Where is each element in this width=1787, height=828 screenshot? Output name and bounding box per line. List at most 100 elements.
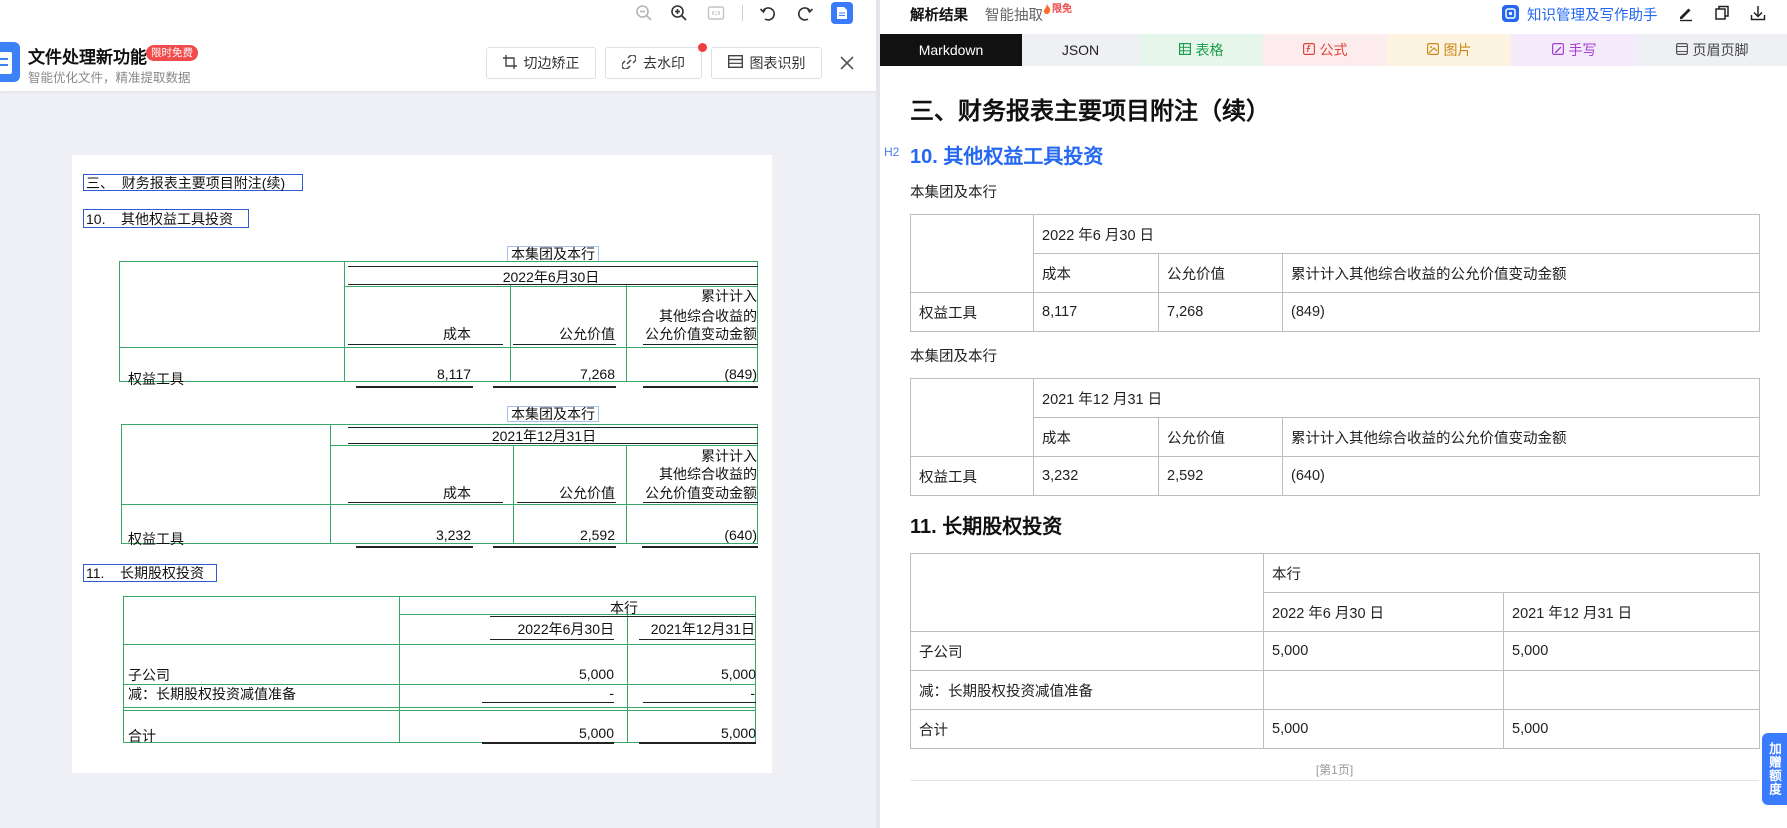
heading-level-tag: H2: [884, 145, 900, 159]
zoom-in-icon[interactable]: [669, 3, 689, 23]
table1-total-rule: [356, 386, 473, 388]
table2-cum-header-line2: 其他综合收益的: [659, 466, 757, 482]
table2-rule: [643, 502, 758, 503]
table1-grid-line: [344, 286, 758, 287]
handwriting-icon: [1551, 42, 1564, 58]
rotate-left-icon[interactable]: [758, 3, 778, 23]
table3-row-label: 子公司: [128, 667, 170, 683]
table1-cum-header-line3: 公允价值变动金额: [645, 326, 757, 342]
panel-title: 文件处理新功能: [28, 48, 147, 67]
table-cell: 2021 年12 月31 日: [1033, 378, 1760, 418]
table-cell: 2,592: [1158, 456, 1283, 496]
detected-section-title-box[interactable]: 三、 财务报表主要项目附注(续): [83, 174, 303, 191]
note11-title: 11. 长期股权投资: [86, 565, 204, 581]
table3-cell: 5,000: [578, 666, 614, 682]
detected-note10-title-box[interactable]: 10. 其他权益工具投资: [83, 209, 249, 228]
tab-table[interactable]: 表格: [1139, 34, 1263, 66]
detected-note11-title-box[interactable]: 11. 长期股权投资: [83, 564, 217, 582]
table-cell: 成本: [1033, 417, 1159, 457]
tab-parse-result[interactable]: 解析结果: [910, 4, 968, 25]
knowledge-assistant-link[interactable]: 知识管理及写作助手: [1527, 4, 1658, 25]
table-cell: [1503, 670, 1760, 710]
table1-scope-label[interactable]: 本集团及本行: [507, 246, 599, 262]
table-cell: 3,232: [1033, 456, 1159, 496]
table2-grid-line: [121, 504, 758, 505]
tab-formula[interactable]: 公式: [1263, 34, 1387, 66]
table-cell: 子公司: [910, 631, 1264, 671]
table3-rule: [482, 702, 614, 703]
table3-cell: 5,000: [720, 725, 756, 741]
table2-cost-value: 3,232: [435, 527, 471, 543]
table3-cell: 5,000: [720, 666, 756, 682]
table1-cost-value: 8,117: [437, 366, 471, 382]
image-icon: [1426, 42, 1439, 58]
table1-cost-header: 成本: [443, 326, 471, 342]
assistant-icon[interactable]: [1502, 5, 1519, 22]
table-cell: [910, 378, 1034, 457]
tab-smart-extract[interactable]: 智能抽取: [985, 4, 1043, 25]
section-title: 三、 财务报表主要项目附注(续): [86, 174, 286, 191]
table2-cum-header-line3: 公允价值变动金额: [645, 485, 757, 501]
tab-header-footer[interactable]: 页眉页脚: [1637, 34, 1787, 66]
table1-fair-value: 7,268: [579, 366, 615, 382]
copy-icon[interactable]: [1713, 4, 1731, 22]
tab-json[interactable]: JSON: [1022, 34, 1139, 66]
tab-table-label: 表格: [1195, 42, 1224, 58]
result-heading-2: 10. 其他权益工具投资: [910, 146, 1104, 168]
table1-rule: [513, 344, 616, 345]
table3-cell: -: [750, 685, 755, 701]
app-logo-icon: [0, 42, 20, 82]
table1-fair-value-header: 公允价值: [559, 326, 615, 342]
page-marker: [第1页]: [1315, 763, 1354, 777]
result-table-b: 2021 年12 月31 日 成本 公允价值 累计计入其他综合收益的公允价值变动…: [910, 378, 1760, 496]
table-cell: 权益工具: [910, 456, 1034, 496]
crop-correct-label: 切边矫正: [523, 55, 580, 71]
tab-handwriting[interactable]: 手写: [1511, 34, 1637, 66]
download-icon[interactable]: [1749, 4, 1767, 22]
table3-date-1: 2022年6月30日: [517, 621, 614, 637]
table3-scope-label: 本行: [610, 600, 638, 616]
table-cell: 7,268: [1158, 292, 1283, 332]
add-quota-button[interactable]: 加赠额度: [1762, 733, 1787, 805]
limited-free-badge: 限时免费: [146, 45, 198, 61]
result-heading-1: 三、财务报表主要项目附注（续）: [910, 98, 1270, 125]
remove-watermark-button[interactable]: 去水印: [605, 47, 702, 79]
tab-markdown[interactable]: Markdown: [880, 34, 1022, 66]
crop-icon: [502, 54, 517, 72]
fit-page-icon[interactable]: [706, 3, 726, 23]
header-footer-icon: [1675, 42, 1688, 58]
table-cell: 8,117: [1033, 292, 1159, 332]
edit-icon[interactable]: [1677, 4, 1695, 22]
table3-total-rule: [639, 742, 756, 744]
table-cell: 累计计入其他综合收益的公允价值变动金额: [1282, 253, 1760, 293]
chart-recognition-button[interactable]: 图表识别: [711, 47, 822, 79]
note10-title: 10. 其他权益工具投资: [86, 210, 234, 227]
close-icon[interactable]: [838, 54, 856, 72]
table-cell: 5,000: [1263, 631, 1504, 671]
table2-scope-label[interactable]: 本集团及本行: [507, 406, 599, 422]
table2-fair-value: 2,592: [579, 527, 615, 543]
tab-image[interactable]: 图片: [1387, 34, 1511, 66]
document-view-icon[interactable]: [831, 2, 853, 24]
table-cell: 权益工具: [910, 292, 1034, 332]
table-cell: 减：长期股权投资减值准备: [910, 670, 1264, 710]
panel-subtitle: 智能优化文件，精准提取数据: [28, 71, 191, 85]
table1-rule: [348, 266, 758, 267]
toolbar-divider: [742, 5, 743, 21]
table-cell: 5,000: [1263, 709, 1504, 749]
parse-result-panel: 解析结果 智能抽取 限免 知识管理及写作助手 Markdown JSON 表格 …: [880, 0, 1787, 828]
table2-total-rule: [493, 546, 616, 548]
notification-dot: [698, 43, 707, 52]
zoom-out-icon[interactable]: [634, 3, 654, 23]
table3-rule: [490, 616, 756, 617]
table1-total-rule: [493, 386, 616, 388]
table1-rule: [643, 344, 758, 345]
tab-image-label: 图片: [1443, 42, 1472, 58]
result-table-a: 2022 年6 月30 日 成本 公允价值 累计计入其他综合收益的公允价值变动金…: [910, 214, 1760, 332]
table3-row-label: 合计: [128, 728, 156, 744]
table1-total-rule: [643, 386, 758, 388]
result-table-c: 本行 2022 年6 月30 日 2021 年12 月31 日 子公司 5,00…: [910, 553, 1760, 749]
tab-markdown-label: Markdown: [918, 42, 984, 58]
rotate-right-icon[interactable]: [795, 3, 815, 23]
crop-correct-button[interactable]: 切边矫正: [486, 47, 596, 79]
